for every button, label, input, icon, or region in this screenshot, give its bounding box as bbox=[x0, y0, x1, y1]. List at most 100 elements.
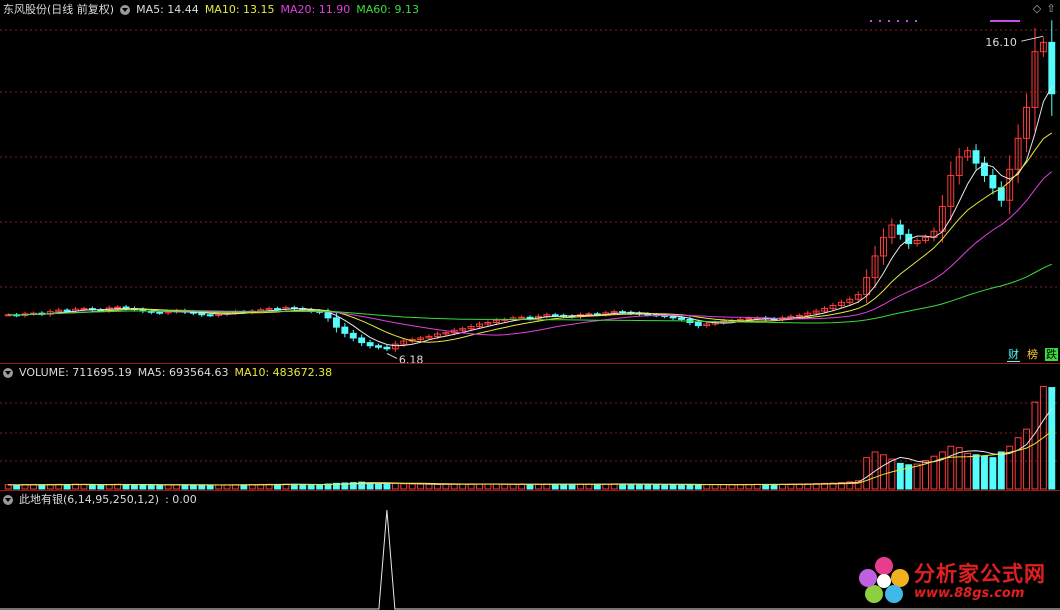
marker-dot bbox=[897, 20, 899, 22]
volume-bar bbox=[568, 483, 576, 490]
volume-bar bbox=[593, 483, 601, 490]
volume-bar bbox=[156, 484, 164, 490]
candle-body bbox=[694, 322, 702, 327]
price-panel[interactable]: 16.106.18S 东风股份(日线 前复权) MA5: 14.44 MA10:… bbox=[0, 0, 1060, 363]
indicator-value: : 0.00 bbox=[165, 493, 197, 506]
flower-logo-icon bbox=[859, 557, 909, 603]
diamond-icon[interactable]: ◇ bbox=[1032, 3, 1042, 14]
volume-bar bbox=[779, 483, 786, 490]
price-chart[interactable]: 16.106.18S bbox=[0, 0, 1060, 363]
volume-bar bbox=[425, 483, 433, 490]
volume-bar bbox=[880, 454, 887, 490]
candle-body bbox=[795, 314, 803, 317]
die-badge[interactable]: 跌 bbox=[1045, 348, 1058, 361]
cai-badge[interactable]: 财 bbox=[1007, 348, 1020, 362]
indicator-title: 此地有银(6,14,95,250,1,2) bbox=[19, 493, 160, 506]
volume-bar bbox=[770, 483, 778, 490]
candle-body bbox=[63, 309, 71, 312]
volume-bar bbox=[896, 462, 904, 490]
volume-bar bbox=[4, 484, 12, 490]
volume-bar bbox=[694, 483, 702, 490]
volume-bar bbox=[139, 484, 147, 490]
volume-bar bbox=[1048, 387, 1056, 490]
logo-title: 分析家公式网 bbox=[914, 562, 1046, 586]
volume-bar bbox=[585, 483, 593, 490]
candle-body bbox=[341, 326, 349, 334]
volume-bar bbox=[972, 454, 980, 490]
volume-toggle-icon[interactable] bbox=[3, 368, 13, 378]
high-price-label: 16.10 bbox=[985, 36, 1017, 49]
indicator-toggle-icon[interactable] bbox=[3, 495, 13, 505]
volume-bar bbox=[509, 483, 517, 490]
candle-body bbox=[678, 317, 685, 320]
volume-bar bbox=[762, 483, 770, 490]
candle-body bbox=[551, 314, 559, 317]
volume-bar bbox=[711, 484, 719, 490]
volume-bar bbox=[97, 484, 105, 490]
volume-bar bbox=[686, 484, 694, 490]
volume-bar bbox=[476, 483, 483, 490]
volume-bar bbox=[989, 457, 997, 490]
volume-bar bbox=[652, 483, 660, 490]
volume-ma5-readout: MA5: 693564.63 bbox=[137, 366, 229, 379]
volume-bar bbox=[913, 463, 921, 490]
volume-bar bbox=[131, 484, 138, 490]
volume-bar bbox=[745, 483, 753, 490]
candle-body bbox=[349, 332, 357, 339]
ma20-readout: MA20: 11.90 bbox=[280, 3, 351, 16]
candle-body bbox=[669, 315, 677, 319]
indicator-toggle-icon[interactable] bbox=[120, 5, 131, 15]
candle-body bbox=[375, 345, 382, 348]
candle-body bbox=[736, 318, 744, 321]
volume-bar bbox=[534, 483, 542, 490]
volume-bar bbox=[105, 484, 113, 490]
volume-bar bbox=[484, 483, 492, 490]
volume-bar bbox=[964, 452, 972, 490]
logo-url: www.88gs.com bbox=[914, 586, 1025, 601]
volume-bar bbox=[299, 484, 307, 490]
volume-bar bbox=[450, 483, 458, 490]
volume-bar bbox=[391, 483, 399, 490]
volume-bar bbox=[147, 484, 155, 490]
window-controls: ◇ ⇧ bbox=[1032, 3, 1056, 14]
ma10-readout: MA10: 13.15 bbox=[204, 3, 275, 16]
volume-bar bbox=[501, 483, 509, 490]
high-marker-line bbox=[1021, 35, 1044, 42]
volume-bar bbox=[408, 483, 416, 490]
volume-bar bbox=[38, 484, 46, 490]
volume-bar bbox=[13, 484, 21, 490]
marker-dot bbox=[915, 20, 917, 22]
candle-body bbox=[156, 311, 164, 314]
volume-chart[interactable] bbox=[0, 363, 1060, 490]
volume-panel[interactable]: VOLUME: 711695.19 MA5: 693564.63 MA10: 4… bbox=[0, 363, 1060, 490]
volume-bar bbox=[635, 483, 643, 490]
volume-bar bbox=[728, 484, 736, 490]
bang-badge[interactable]: 榜 bbox=[1026, 348, 1039, 361]
indicator-panel[interactable]: 此地有银(6,14,95,250,1,2) : 0.00 分析家公式网 www.… bbox=[0, 490, 1060, 610]
volume-bar bbox=[678, 484, 685, 490]
candle-body bbox=[80, 308, 88, 311]
marker-dot bbox=[906, 20, 908, 22]
up-arrow-icon[interactable]: ⇧ bbox=[1046, 3, 1056, 14]
volume-bar bbox=[518, 483, 526, 490]
volume-bar bbox=[955, 447, 963, 490]
volume-bar bbox=[863, 457, 871, 490]
candle-body bbox=[518, 316, 526, 319]
candle-body bbox=[206, 314, 214, 317]
marker-dot bbox=[870, 20, 872, 22]
volume-bar bbox=[720, 484, 728, 490]
volume-bar bbox=[644, 483, 652, 490]
volume-bar bbox=[206, 484, 214, 490]
volume-bar bbox=[63, 484, 71, 490]
volume-bar bbox=[215, 484, 223, 490]
volume-bar bbox=[627, 483, 635, 490]
volume-bar bbox=[560, 483, 568, 490]
volume-bar bbox=[703, 484, 711, 490]
volume-readout: VOLUME: 711695.19 bbox=[19, 366, 132, 379]
volume-bar bbox=[189, 484, 197, 490]
volume-bar bbox=[122, 483, 130, 490]
volume-bar bbox=[88, 484, 96, 490]
ma60-line bbox=[8, 263, 1053, 324]
volume-bar bbox=[198, 484, 206, 490]
candle-body bbox=[989, 174, 997, 189]
